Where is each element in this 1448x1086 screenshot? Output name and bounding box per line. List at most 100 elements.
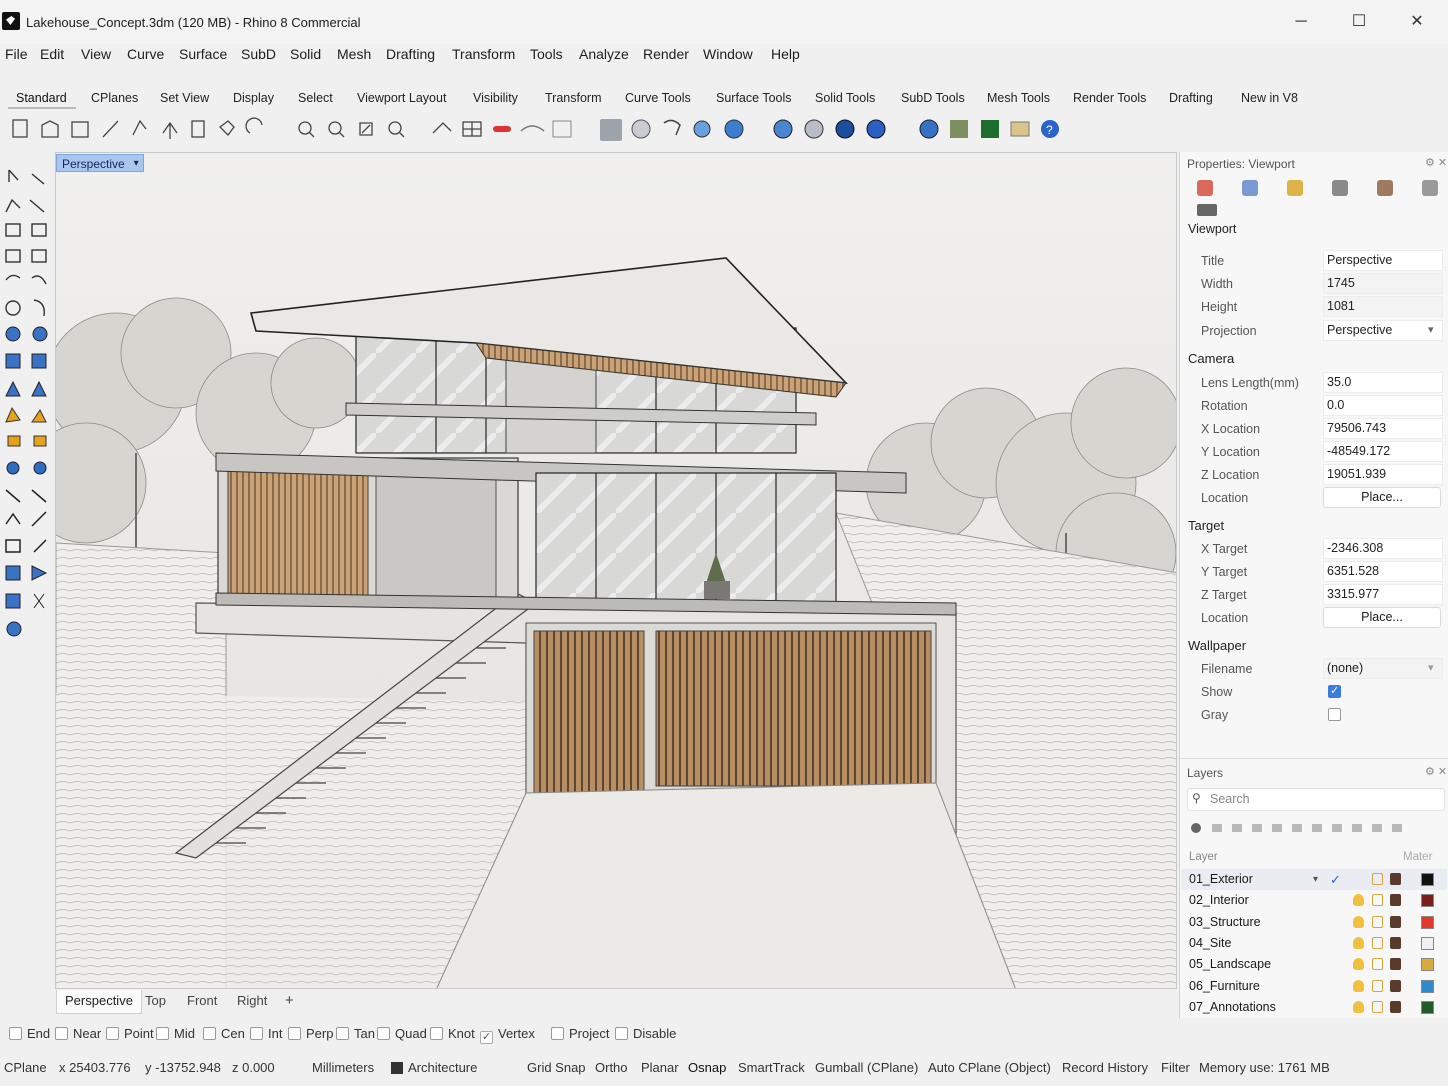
print-color-icon[interactable] — [1390, 936, 1401, 949]
x-target-field[interactable]: -2346.308 — [1323, 538, 1443, 559]
properties-texture-tab-icon[interactable] — [1332, 180, 1348, 196]
filename-chevron-down-icon[interactable]: ▾ — [1428, 661, 1434, 674]
menu-render[interactable]: Render — [643, 44, 689, 64]
osnap-end-checkbox[interactable] — [9, 1027, 22, 1040]
tab-mesh-tools[interactable]: Mesh Tools — [987, 88, 1050, 108]
visibility-bulb-icon[interactable] — [1353, 1000, 1364, 1013]
tab-set-view[interactable]: Set View — [160, 88, 209, 108]
osnap-vertex-checkbox[interactable] — [480, 1031, 493, 1044]
auto-cplane-toggle[interactable]: Auto CPlane (Object) — [928, 1060, 1051, 1076]
osnap-disable[interactable]: Disable — [615, 1026, 676, 1042]
properties-decal-tab-icon[interactable] — [1377, 180, 1393, 196]
tab-curve-tools[interactable]: Curve Tools — [625, 88, 691, 108]
lock-icon[interactable] — [1372, 894, 1383, 907]
layers-panel-settings-icon[interactable]: ⚙ ✕ — [1425, 765, 1447, 778]
y-target-field[interactable]: 6351.528 — [1323, 561, 1443, 582]
menu-edit[interactable]: Edit — [40, 44, 64, 64]
menu-mesh[interactable]: Mesh — [337, 44, 371, 64]
projection-select[interactable]: Perspective — [1323, 320, 1443, 341]
osnap-perp-checkbox[interactable] — [288, 1027, 301, 1040]
osnap-near-checkbox[interactable] — [55, 1027, 68, 1040]
viewport-tab-right[interactable]: Right — [229, 990, 275, 1014]
rotation-field[interactable]: 0.0 — [1323, 395, 1443, 416]
tab-solid-tools[interactable]: Solid Tools — [815, 88, 875, 108]
minimize-button[interactable]: ─ — [1278, 10, 1324, 34]
layer-color-swatch[interactable] — [1421, 936, 1434, 950]
menu-tools[interactable]: Tools — [530, 44, 563, 64]
tab-transform[interactable]: Transform — [545, 88, 602, 108]
properties-material-tab-icon[interactable] — [1287, 180, 1303, 196]
expand-chevron-icon[interactable]: ▾ — [1313, 869, 1318, 890]
z-location-field[interactable]: 19051.939 — [1323, 464, 1443, 485]
layer-row[interactable]: 04_Site — [1181, 933, 1447, 954]
viewport-tab-front[interactable]: Front — [179, 990, 225, 1014]
menu-surface[interactable]: Surface — [179, 44, 227, 64]
properties-viewport-tab-icon[interactable] — [1422, 180, 1438, 196]
visibility-bulb-icon[interactable] — [1353, 958, 1364, 971]
print-color-icon[interactable] — [1390, 958, 1401, 971]
osnap-knot[interactable]: Knot — [430, 1026, 475, 1042]
layer-color-swatch[interactable] — [1421, 894, 1434, 908]
x-location-field[interactable]: 79506.743 — [1323, 418, 1443, 439]
menu-subd[interactable]: SubD — [241, 44, 276, 64]
properties-render-tab-icon[interactable] — [1242, 180, 1258, 196]
close-button[interactable]: ✕ — [1394, 10, 1440, 34]
osnap-mid[interactable]: Mid — [156, 1026, 195, 1042]
menu-help[interactable]: Help — [771, 44, 800, 64]
tab-viewport-layout[interactable]: Viewport Layout — [357, 88, 446, 108]
grid-snap-toggle[interactable]: Grid Snap — [527, 1060, 586, 1076]
viewport-tab-top[interactable]: Top — [137, 990, 174, 1014]
status-cplane[interactable]: CPlane — [4, 1060, 47, 1076]
osnap-near[interactable]: Near — [55, 1026, 101, 1042]
print-color-icon[interactable] — [1390, 979, 1401, 992]
panel-settings-icon[interactable]: ⚙ ✕ — [1425, 156, 1447, 169]
gumball-toggle[interactable]: Gumball (CPlane) — [815, 1060, 918, 1076]
osnap-project[interactable]: Project — [551, 1026, 609, 1042]
y-location-field[interactable]: -48549.172 — [1323, 441, 1443, 462]
osnap-tan-checkbox[interactable] — [336, 1027, 349, 1040]
layer-row[interactable]: 05_Landscape — [1181, 954, 1447, 975]
visibility-bulb-icon[interactable] — [1353, 915, 1364, 928]
maximize-button[interactable]: ☐ — [1336, 10, 1382, 34]
title-field[interactable]: Perspective — [1323, 250, 1443, 271]
tab-visibility[interactable]: Visibility — [473, 88, 518, 108]
tab-surface-tools[interactable]: Surface Tools — [716, 88, 792, 108]
layer-row[interactable]: 07_Annotations — [1181, 997, 1447, 1018]
properties-object-tab-icon[interactable] — [1197, 180, 1213, 196]
osnap-tan[interactable]: Tan — [336, 1026, 375, 1042]
filter-toggle[interactable]: Filter — [1161, 1060, 1190, 1076]
tab-render-tools[interactable]: Render Tools — [1073, 88, 1146, 108]
tab-cplanes[interactable]: CPlanes — [91, 88, 138, 108]
osnap-end[interactable]: End — [9, 1026, 50, 1042]
status-units[interactable]: Millimeters — [312, 1060, 374, 1076]
layer-row[interactable]: 01_Exterior ▾ ✓ — [1181, 869, 1447, 890]
osnap-quad[interactable]: Quad — [377, 1026, 427, 1042]
layer-color-swatch[interactable] — [1421, 915, 1434, 929]
osnap-int-checkbox[interactable] — [250, 1027, 263, 1040]
chevron-down-icon[interactable]: ▾ — [1428, 323, 1434, 336]
show-wallpaper-checkbox[interactable] — [1328, 684, 1341, 698]
print-color-icon[interactable] — [1390, 1000, 1401, 1013]
lens-length-field[interactable]: 35.0 — [1323, 372, 1443, 393]
layer-column-header[interactable]: Layer — [1189, 851, 1218, 863]
status-current-layer[interactable]: Architecture — [408, 1060, 477, 1076]
gray-wallpaper-checkbox[interactable] — [1328, 708, 1341, 721]
add-viewport-tab-button[interactable]: + — [277, 990, 302, 1014]
record-history-toggle[interactable]: Record History — [1062, 1060, 1148, 1076]
layer-row[interactable]: 06_Furniture — [1181, 976, 1447, 997]
osnap-mid-checkbox[interactable] — [156, 1027, 169, 1040]
layer-search-input[interactable]: Search — [1187, 788, 1445, 811]
menu-solid[interactable]: Solid — [290, 44, 321, 64]
layer-row[interactable]: 03_Structure — [1181, 912, 1447, 933]
ortho-toggle[interactable]: Ortho — [595, 1060, 628, 1076]
smarttrack-toggle[interactable]: SmartTrack — [738, 1060, 805, 1076]
osnap-point-checkbox[interactable] — [106, 1027, 119, 1040]
lock-icon[interactable] — [1372, 936, 1383, 949]
layer-color-swatch[interactable] — [1421, 979, 1434, 993]
osnap-cen[interactable]: Cen — [203, 1026, 245, 1042]
menu-drafting[interactable]: Drafting — [386, 44, 435, 64]
osnap-perp[interactable]: Perp — [288, 1026, 333, 1042]
menu-file[interactable]: File — [5, 44, 28, 64]
osnap-disable-checkbox[interactable] — [615, 1027, 628, 1040]
viewport-tab-perspective[interactable]: Perspective — [56, 990, 142, 1014]
